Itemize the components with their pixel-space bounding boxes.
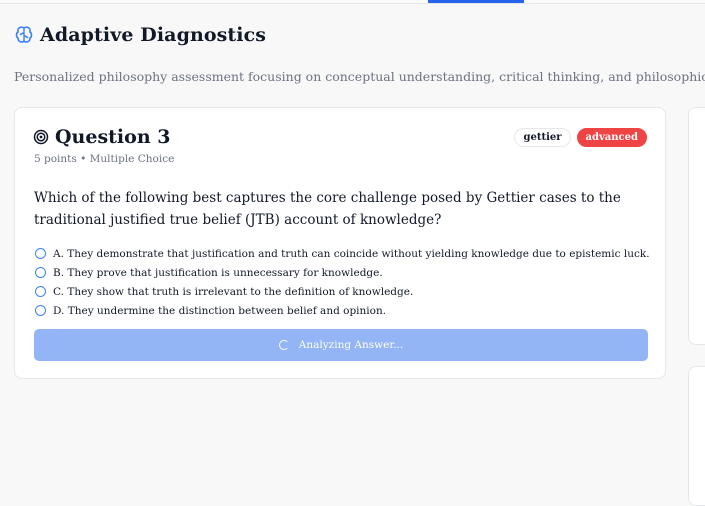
option-label: D. They undermine the distinction betwee… [53, 304, 387, 317]
question-card: Question 3 5 points • Multiple Choice ge… [14, 107, 666, 379]
spinner-icon [278, 340, 289, 350]
option-a[interactable]: A. They demonstrate that justification a… [35, 244, 650, 263]
page-title: Adaptive Diagnostics [40, 24, 267, 46]
option-label: A. They demonstrate that justification a… [53, 247, 650, 260]
question-meta: 5 points • Multiple Choice [34, 153, 175, 165]
difficulty-badge: advanced [576, 128, 647, 147]
active-tab-indicator[interactable] [428, 0, 524, 3]
question-title: Question 3 [55, 126, 171, 148]
answer-options: A. They demonstrate that justification a… [35, 244, 650, 320]
option-b[interactable]: B. They prove that justification is unne… [35, 263, 650, 282]
radio-icon[interactable] [35, 267, 46, 278]
question-tags: gettier advanced [514, 128, 647, 147]
option-label: B. They prove that justification is unne… [53, 266, 383, 279]
target-icon [33, 129, 49, 145]
top-bar [0, 0, 705, 4]
radio-icon[interactable] [35, 305, 46, 316]
question-text: Which of the following best captures the… [34, 190, 621, 228]
radio-icon[interactable] [35, 248, 46, 259]
brain-icon [15, 26, 33, 43]
option-d[interactable]: D. They undermine the distinction betwee… [35, 301, 650, 320]
page-subtitle: Personalized philosophy assessment focus… [14, 69, 705, 84]
side-panel-bottom [688, 366, 705, 506]
side-panel-top [688, 107, 705, 345]
submit-answer-button[interactable]: Analyzing Answer... [34, 329, 648, 361]
question-header: Question 3 [33, 126, 170, 148]
option-label: C. They show that truth is irrelevant to… [53, 285, 414, 298]
submit-label: Analyzing Answer... [298, 339, 404, 351]
topic-badge: gettier [514, 128, 571, 147]
page-header: Adaptive Diagnostics [14, 24, 266, 46]
radio-icon[interactable] [35, 286, 46, 297]
option-c[interactable]: C. They show that truth is irrelevant to… [35, 282, 650, 301]
